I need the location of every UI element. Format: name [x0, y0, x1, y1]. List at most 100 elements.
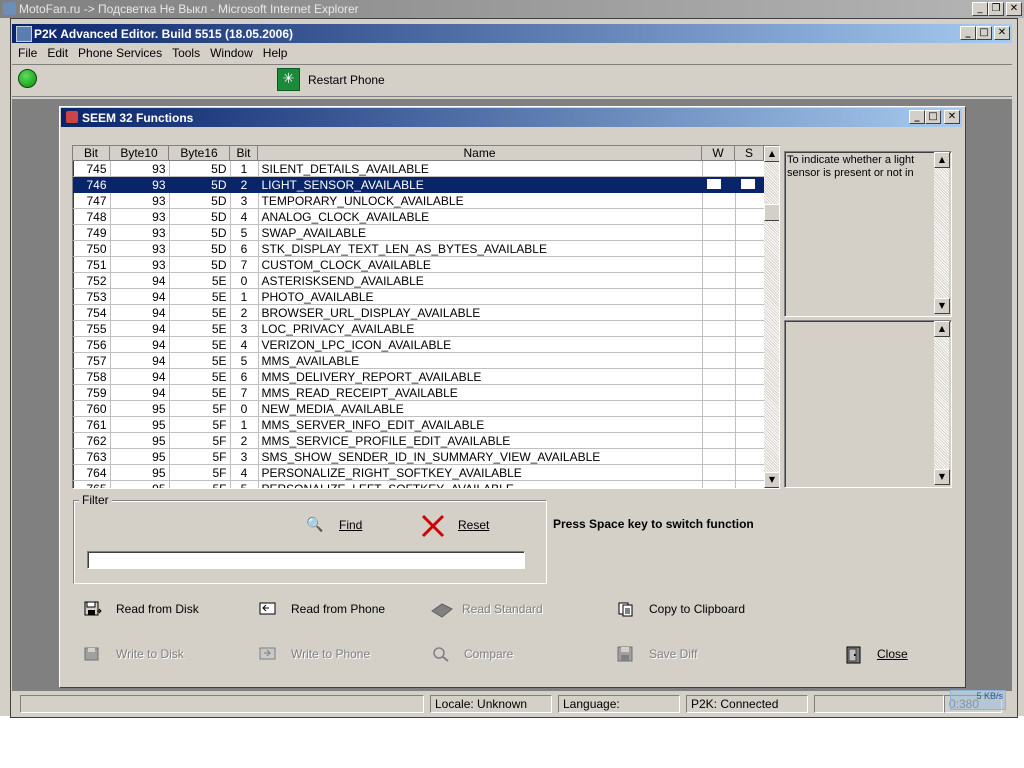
cell-w[interactable]: [702, 256, 736, 273]
table-row[interactable]: 747 93 5D 3 TEMPORARY_UNLOCK_AVAILABLE: [73, 192, 765, 209]
p2k-maximize-icon[interactable]: □: [976, 26, 992, 40]
menu-file[interactable]: File: [18, 46, 37, 62]
col-header-s[interactable]: S: [735, 146, 764, 161]
table-row[interactable]: 751 93 5D 7 CUSTOM_CLOCK_AVAILABLE: [73, 256, 765, 273]
cell-w[interactable]: [702, 272, 736, 289]
seem-minimize-icon[interactable]: _: [909, 110, 925, 124]
functions-grid[interactable]: Bit Byte10 Byte16 Bit Name W S 745 93 5D 1 S…: [72, 145, 780, 489]
table-row[interactable]: 750 93 5D 6 STK_DISPLAY_TEXT_LEN_AS_BYTES_AV…: [73, 240, 765, 257]
cell-w[interactable]: [702, 352, 736, 369]
read-standard-button[interactable]: Read Standard: [430, 601, 543, 618]
cell-w[interactable]: [702, 432, 736, 449]
menu-edit[interactable]: Edit: [47, 46, 68, 62]
table-row[interactable]: 760 95 5F 0 NEW_MEDIA_AVAILABLE: [73, 400, 765, 417]
cell-w[interactable]: [702, 448, 736, 465]
col-header-w[interactable]: W: [702, 146, 735, 161]
col-header-name[interactable]: Name: [258, 146, 702, 161]
menu-phone-services[interactable]: Phone Services: [78, 46, 162, 62]
table-row[interactable]: 749 93 5D 5 SWAP_AVAILABLE: [73, 224, 765, 241]
col-header-bit[interactable]: Bit: [73, 146, 110, 161]
cell-s[interactable]: [735, 368, 765, 385]
cell-w[interactable]: [702, 176, 736, 193]
cell-w[interactable]: [702, 336, 736, 353]
table-row[interactable]: 759 94 5E 7 MMS_READ_RECEIPT_AVAILABLE: [73, 384, 765, 401]
seem-close-icon[interactable]: ✕: [944, 110, 960, 124]
cell-w[interactable]: [702, 368, 736, 385]
compare-button[interactable]: Compare: [432, 646, 513, 662]
table-row[interactable]: 755 94 5E 3 LOC_PRIVACY_AVAILABLE: [73, 320, 765, 337]
notes-scroll-down-icon[interactable]: ▼: [934, 469, 950, 485]
cell-s[interactable]: [735, 432, 765, 449]
scroll-down-icon[interactable]: ▼: [764, 472, 779, 488]
desc-scroll-up-icon[interactable]: ▲: [934, 152, 950, 168]
cell-s-checkbox[interactable]: [740, 178, 755, 189]
cell-s[interactable]: [735, 416, 765, 433]
table-row[interactable]: 765 95 5F 5 PERSONALIZE_LEFT_SOFTKEY_AVAILAB…: [73, 480, 765, 488]
cell-s[interactable]: [735, 352, 765, 369]
restart-phone-button[interactable]: Restart Phone: [308, 73, 385, 87]
scroll-thumb[interactable]: [764, 204, 779, 221]
cell-w[interactable]: [702, 416, 736, 433]
menu-window[interactable]: Window: [210, 46, 253, 62]
table-row[interactable]: 746 93 5D 2 LIGHT_SENSOR_AVAILABLE: [73, 176, 765, 193]
copy-to-clipboard-button[interactable]: Copy to Clipboard: [617, 601, 745, 617]
cell-w[interactable]: [702, 224, 736, 241]
minimize-icon[interactable]: _: [972, 2, 988, 16]
filter-input[interactable]: [87, 551, 525, 569]
cell-s[interactable]: [735, 224, 765, 241]
table-row[interactable]: 762 95 5F 2 MMS_SERVICE_PROFILE_EDIT_AVAILAB…: [73, 432, 765, 449]
desc-scroll-down-icon[interactable]: ▼: [934, 298, 950, 314]
table-row[interactable]: 761 95 5F 1 MMS_SERVER_INFO_EDIT_AVAILABLE: [73, 416, 765, 433]
restart-phone-icon[interactable]: ✳: [277, 68, 300, 91]
cell-s[interactable]: [735, 272, 765, 289]
cell-s[interactable]: [735, 384, 765, 401]
cell-s[interactable]: [735, 336, 765, 353]
save-diff-button[interactable]: Save Diff: [617, 646, 697, 662]
notes-scrollbar[interactable]: ▲ ▼: [934, 321, 950, 485]
cell-w-checkbox[interactable]: [706, 178, 721, 189]
cell-s[interactable]: [735, 161, 765, 177]
read-from-disk-button[interactable]: Read from Disk: [84, 601, 199, 617]
menu-help[interactable]: Help: [263, 46, 288, 62]
table-row[interactable]: 758 94 5E 6 MMS_DELIVERY_REPORT_AVAILABLE: [73, 368, 765, 385]
table-row[interactable]: 756 94 5E 4 VERIZON_LPC_ICON_AVAILABLE: [73, 336, 765, 353]
cell-s[interactable]: [735, 240, 765, 257]
cell-s[interactable]: [735, 400, 765, 417]
col-header-bitnum[interactable]: Bit: [230, 146, 258, 161]
cell-s[interactable]: [735, 208, 765, 225]
cell-s[interactable]: [735, 256, 765, 273]
table-row[interactable]: 753 94 5E 1 PHOTO_AVAILABLE: [73, 288, 765, 305]
cell-w[interactable]: [702, 208, 736, 225]
write-to-disk-button[interactable]: Write to Disk: [84, 646, 184, 662]
restore-icon[interactable]: ❐: [988, 2, 1004, 16]
cell-w[interactable]: [702, 464, 736, 481]
cell-w[interactable]: [702, 400, 736, 417]
table-row[interactable]: 754 94 5E 2 BROWSER_URL_DISPLAY_AVAILABLE: [73, 304, 765, 321]
cell-w[interactable]: [702, 320, 736, 337]
col-header-byte10[interactable]: Byte10: [110, 146, 169, 161]
grid-scrollbar[interactable]: ▲ ▼: [764, 146, 779, 488]
seem-maximize-icon[interactable]: □: [925, 110, 941, 124]
cell-w[interactable]: [702, 304, 736, 321]
description-scrollbar[interactable]: ▲ ▼: [934, 152, 950, 314]
table-row[interactable]: 748 93 5D 4 ANALOG_CLOCK_AVAILABLE: [73, 208, 765, 225]
cell-s[interactable]: [735, 288, 765, 305]
table-row[interactable]: 745 93 5D 1 SILENT_DETAILS_AVAILABLE: [73, 161, 765, 177]
reset-button[interactable]: Reset: [458, 518, 489, 532]
table-row[interactable]: 752 94 5E 0 ASTERISKSEND_AVAILABLE: [73, 272, 765, 289]
cell-s[interactable]: [735, 192, 765, 209]
p2k-close-icon[interactable]: ✕: [994, 26, 1010, 40]
close-icon[interactable]: ✕: [1006, 2, 1022, 16]
read-from-phone-button[interactable]: Read from Phone: [259, 601, 385, 617]
table-row[interactable]: 763 95 5F 3 SMS_SHOW_SENDER_ID_IN_SUMMARY_VI…: [73, 448, 765, 465]
table-row[interactable]: 764 95 5F 4 PERSONALIZE_RIGHT_SOFTKEY_AVAILA…: [73, 464, 765, 481]
cell-w[interactable]: [702, 240, 736, 257]
notes-scroll-up-icon[interactable]: ▲: [934, 321, 950, 337]
menu-tools[interactable]: Tools: [172, 46, 200, 62]
write-to-phone-button[interactable]: Write to Phone: [259, 646, 370, 662]
cell-w[interactable]: [702, 288, 736, 305]
cell-s[interactable]: [735, 176, 765, 193]
cell-w[interactable]: [702, 384, 736, 401]
p2k-minimize-icon[interactable]: _: [960, 26, 976, 40]
cell-w[interactable]: [702, 161, 736, 177]
